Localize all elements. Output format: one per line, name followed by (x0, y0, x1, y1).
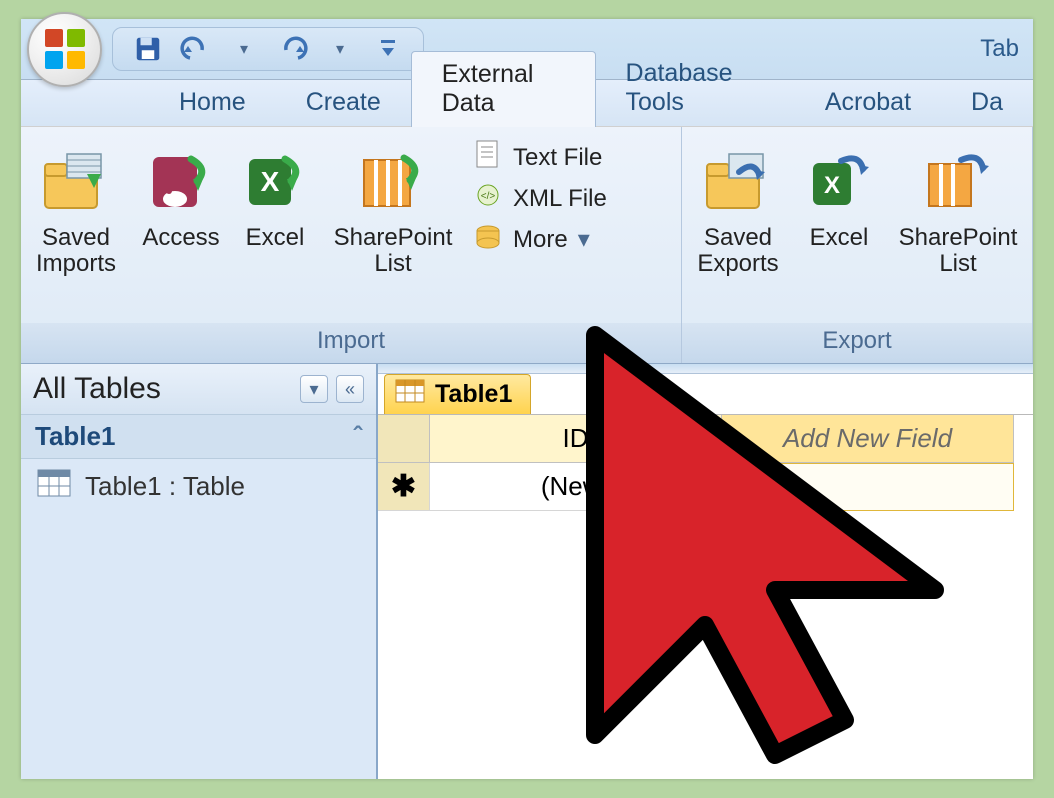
nav-pane-header[interactable]: All Tables ▾ « (21, 364, 376, 415)
collapse-group-icon: ˆ (353, 421, 362, 452)
svg-text:</>: </> (481, 191, 496, 202)
chevron-down-icon: ▾ (578, 225, 590, 254)
nav-dropdown-button[interactable]: ▾ (300, 375, 328, 403)
text-file-label: Text File (513, 144, 602, 172)
sharepoint-import-label: SharePoint List (334, 225, 453, 278)
ribbon-group-export: Saved Exports X Excel SharePoint List Ex… (682, 127, 1033, 363)
cell-id-new[interactable]: (New) (430, 463, 722, 511)
saved-imports-icon (41, 141, 111, 223)
undo-button[interactable] (179, 32, 213, 66)
svg-text:X: X (261, 166, 280, 197)
sharepoint-export-button[interactable]: SharePoint List (884, 133, 1032, 284)
saved-exports-label: Saved Exports (697, 225, 778, 278)
save-button[interactable] (131, 32, 165, 66)
datasheet-grid[interactable]: ID Add New Field ✱ (New) (378, 414, 1033, 511)
datasheet-view: Table1 ID Add New Field ✱ (New) (378, 364, 1033, 779)
access-import-button[interactable]: Access (131, 133, 231, 257)
svg-text:X: X (824, 172, 840, 199)
ribbon-group-import-label: Import (21, 323, 681, 363)
select-all-cell[interactable] (378, 415, 430, 463)
ribbon: Saved Imports Access X Excel (21, 127, 1033, 364)
tab-home[interactable]: Home (149, 80, 276, 126)
xml-file-import-button[interactable]: </> XML File (473, 180, 607, 217)
excel-import-label: Excel (246, 225, 305, 251)
text-file-import-button[interactable]: Text File (473, 139, 607, 176)
nav-collapse-button[interactable]: « (336, 375, 364, 403)
excel-export-label: Excel (810, 225, 869, 251)
more-import-label: More (513, 226, 568, 254)
redo-dropdown[interactable]: ▾ (323, 32, 357, 66)
tab-external-data[interactable]: External Data (411, 51, 596, 127)
excel-export-icon: X (807, 141, 871, 223)
new-record-row[interactable]: ✱ (New) (378, 463, 1033, 511)
tab-database-tools[interactable]: Database Tools (596, 51, 795, 126)
table-tab-icon (395, 379, 425, 410)
saved-imports-button[interactable]: Saved Imports (21, 133, 131, 284)
tab-acrobat[interactable]: Acrobat (795, 80, 941, 126)
redo-button[interactable] (275, 32, 309, 66)
saved-exports-icon (703, 141, 773, 223)
xml-file-label: XML File (513, 185, 607, 213)
tab-create[interactable]: Create (276, 80, 411, 126)
nav-item-label: Table1 : Table (85, 471, 245, 502)
saved-exports-button[interactable]: Saved Exports (682, 133, 794, 284)
ribbon-group-import: Saved Imports Access X Excel (21, 127, 682, 363)
qat-customize-button[interactable] (371, 32, 405, 66)
ribbon-group-export-label: Export (682, 323, 1032, 363)
sharepoint-import-button[interactable]: SharePoint List (319, 133, 467, 284)
ribbon-tabs: Home Create External Data Database Tools… (21, 80, 1033, 127)
office-button[interactable] (27, 12, 102, 87)
excel-import-button[interactable]: X Excel (231, 133, 319, 257)
sharepoint-export-icon (923, 141, 993, 223)
nav-item-table1[interactable]: Table1 : Table (21, 459, 376, 514)
xml-file-icon: </> (473, 180, 503, 217)
excel-icon: X (243, 141, 307, 223)
access-import-label: Access (142, 225, 219, 251)
row-selector[interactable]: ✱ (378, 463, 430, 511)
column-header-add-new[interactable]: Add New Field (722, 415, 1014, 463)
access-icon (149, 141, 213, 223)
excel-export-button[interactable]: X Excel (794, 133, 884, 257)
sharepoint-list-icon (358, 141, 428, 223)
office-logo-icon (45, 29, 85, 69)
more-icon (473, 221, 503, 258)
nav-group-label: Table1 (35, 421, 115, 452)
object-tab-label: Table1 (435, 380, 512, 409)
more-import-button[interactable]: More ▾ (473, 221, 607, 258)
text-file-icon (473, 139, 503, 176)
undo-dropdown[interactable]: ▾ (227, 32, 261, 66)
saved-imports-label: Saved Imports (36, 225, 116, 278)
object-tab-table1[interactable]: Table1 (384, 374, 531, 414)
header-row: ID Add New Field (378, 415, 1033, 463)
navigation-pane: All Tables ▾ « Table1 ˆ Table1 : Table (21, 364, 378, 779)
quick-access-toolbar: ▾ ▾ (112, 27, 424, 71)
cell-new-field[interactable] (722, 463, 1014, 511)
tab-overflow[interactable]: Da (941, 80, 1033, 126)
title-right-label: Tab (980, 35, 1019, 63)
content-area: All Tables ▾ « Table1 ˆ Table1 : Table T… (21, 364, 1033, 779)
sharepoint-export-label: SharePoint List (899, 225, 1018, 278)
nav-group-table1[interactable]: Table1 ˆ (21, 415, 376, 459)
nav-pane-title: All Tables (33, 372, 161, 406)
column-header-id[interactable]: ID (430, 415, 722, 463)
table-icon (37, 469, 71, 504)
